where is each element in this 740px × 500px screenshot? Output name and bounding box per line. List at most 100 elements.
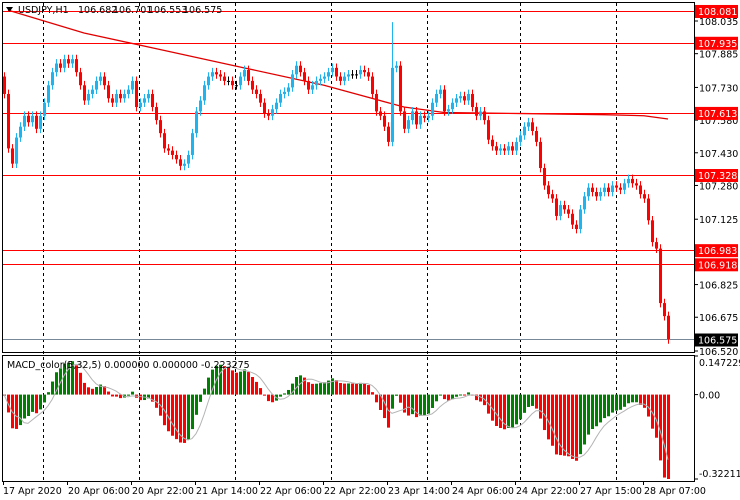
macd-bar: [427, 394, 430, 414]
macd-bar: [575, 394, 578, 461]
candle-body: [651, 220, 654, 243]
candle: [191, 128, 194, 160]
candle-body: [579, 209, 582, 230]
price-tick-label: 106.825: [699, 281, 738, 292]
candle-body: [35, 115, 38, 129]
macd-bar: [331, 378, 334, 395]
level-price-label: 106.918: [698, 260, 737, 271]
candle-body: [387, 126, 390, 142]
macd-bar: [439, 394, 442, 396]
candle-body: [547, 185, 550, 195]
level-price-label: 107.613: [698, 109, 737, 120]
macd-bar: [627, 394, 630, 404]
candle-body: [431, 102, 434, 116]
candle-body: [603, 187, 606, 192]
candle-body: [311, 85, 314, 90]
candle: [539, 137, 542, 173]
macd-bar: [339, 382, 342, 395]
time-label: 23 Apr 14:00: [388, 486, 450, 497]
candle-body: [227, 80, 230, 82]
candle-body: [163, 133, 166, 149]
candle-body: [359, 70, 362, 75]
candle-body: [407, 120, 410, 129]
macd-bar: [399, 394, 402, 403]
macd-bar: [359, 382, 362, 395]
macd-bar: [667, 394, 670, 479]
macd-bar: [367, 385, 370, 395]
candle-body: [67, 59, 70, 64]
candle-body: [55, 63, 58, 73]
macd-bar: [543, 394, 546, 431]
candle-body: [179, 159, 182, 166]
candle-body: [135, 80, 138, 108]
macd-bar: [175, 394, 178, 440]
candle-body: [527, 122, 530, 127]
macd-bar: [375, 394, 378, 403]
candle-body: [479, 111, 482, 116]
candle-body: [183, 163, 186, 166]
candle: [659, 244, 662, 308]
macd-bar: [307, 382, 310, 395]
price-tick-label: 107.730: [699, 83, 738, 94]
time-label: 24 Apr 22:00: [516, 486, 578, 497]
price-tick-label: 107.430: [699, 149, 738, 160]
candle-body: [611, 185, 614, 192]
macd-bar: [287, 389, 290, 395]
candle-body: [219, 74, 222, 77]
macd-bar: [467, 392, 470, 395]
candle-body: [303, 72, 306, 81]
candle-body: [151, 93, 154, 108]
macd-tick-label: 0.00: [699, 391, 720, 402]
macd-bar: [231, 370, 234, 395]
candle-body: [127, 89, 130, 94]
candle-body: [139, 102, 142, 108]
macd-bar: [623, 394, 626, 407]
macd-bar: [319, 383, 322, 395]
macd-bar: [23, 394, 26, 419]
candle-body: [123, 93, 126, 99]
time-label: 27 Apr 15:00: [580, 486, 642, 497]
time-label: 28 Apr 07:00: [644, 486, 706, 497]
candle-body: [27, 115, 30, 123]
macd-bar: [207, 377, 210, 395]
candle-body: [259, 93, 262, 103]
candle-body: [15, 137, 18, 164]
macd-bar: [263, 394, 266, 396]
price-tick-label: 108.035: [699, 17, 738, 28]
candle-body: [435, 93, 438, 103]
macd-bar: [335, 380, 338, 395]
candle-body: [103, 76, 106, 86]
candle-body: [587, 187, 590, 197]
candle-body: [463, 96, 466, 101]
macd-bar: [323, 382, 326, 395]
macd-bar: [647, 394, 650, 417]
macd-bar: [27, 394, 30, 417]
candle-body: [47, 85, 50, 103]
candle-body: [191, 133, 194, 155]
candle-body: [599, 191, 602, 197]
candle-body: [203, 85, 206, 101]
time-label: 20 Apr 22:00: [132, 486, 194, 497]
macd-bar: [279, 394, 282, 397]
macd-bar: [183, 394, 186, 443]
macd-bar: [199, 394, 202, 402]
macd-bar: [635, 394, 638, 403]
macd-bar: [251, 377, 254, 395]
macd-bar: [39, 394, 42, 410]
macd-bar: [243, 369, 246, 395]
macd-bar: [639, 394, 642, 405]
macd-bar: [515, 394, 518, 425]
macd-bar: [267, 394, 270, 402]
candle-body: [287, 87, 290, 92]
candle-body: [459, 96, 462, 99]
candle-body: [7, 93, 10, 149]
candle-body: [167, 148, 170, 151]
candle-body: [31, 115, 34, 123]
candle: [667, 311, 670, 344]
candle-body: [379, 111, 382, 116]
price-chart[interactable]: 108.035107.885107.730107.580107.430107.2…: [0, 0, 740, 500]
macd-bar: [567, 394, 570, 457]
candle-body: [19, 126, 22, 138]
candle-body: [279, 93, 282, 103]
macd-bar: [423, 394, 426, 416]
